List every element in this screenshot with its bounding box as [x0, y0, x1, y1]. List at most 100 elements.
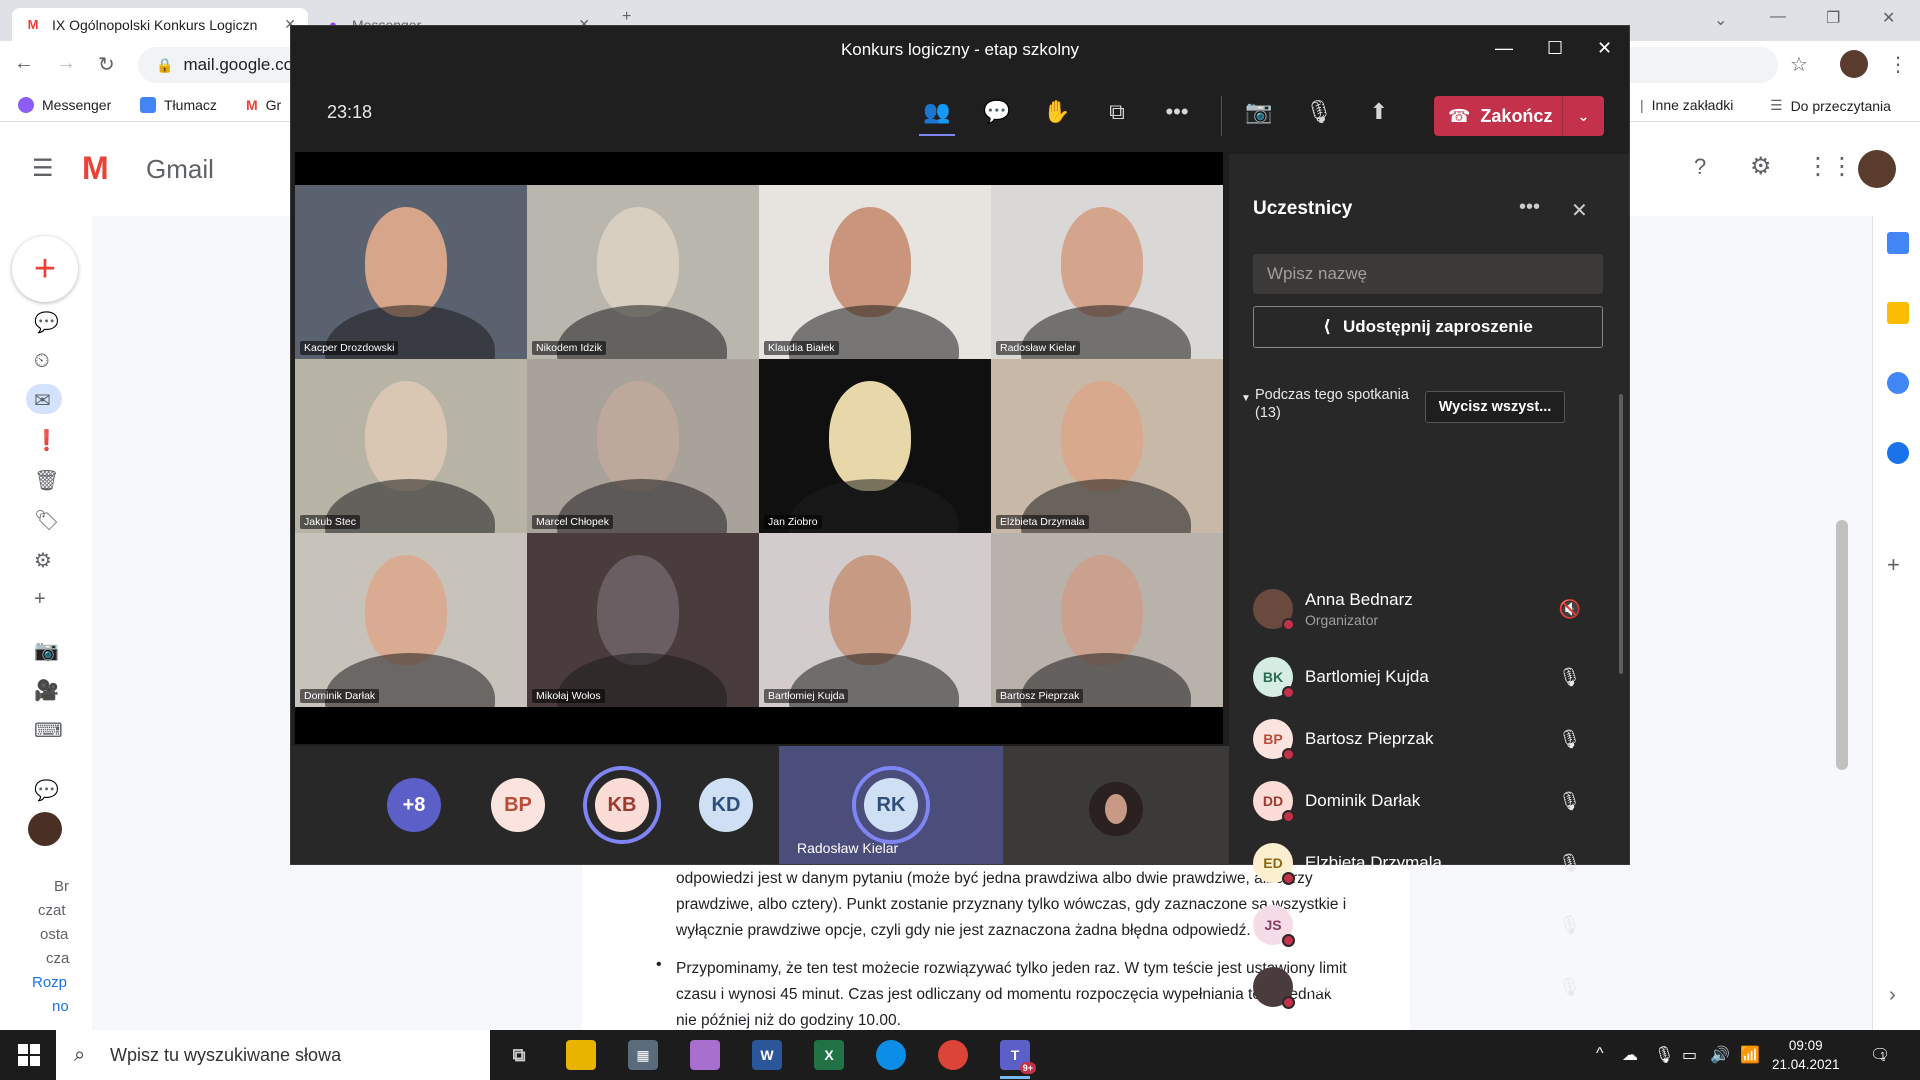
- calculator-icon[interactable]: ▦: [628, 1040, 658, 1070]
- participant-row[interactable]: Anna Bednarz Organizator 🔇: [1253, 584, 1593, 634]
- self-video-tile[interactable]: [1003, 746, 1229, 864]
- video-tile[interactable]: Klaudia Białek: [759, 185, 991, 359]
- microphone-tray-icon[interactable]: 🎙: [1654, 1045, 1674, 1065]
- active-speaker-tile[interactable]: RK Radosław Kielar: [779, 746, 1003, 864]
- help-icon[interactable]: ?: [1694, 154, 1706, 180]
- start-chat-link[interactable]: Rozp: [32, 974, 67, 991]
- notifications-icon[interactable]: 🗨 1: [1870, 1045, 1890, 1065]
- snoozed-icon[interactable]: ⏲: [34, 350, 50, 373]
- battery-icon[interactable]: ▭: [1682, 1045, 1697, 1065]
- camera-off-icon[interactable]: 📷: [1241, 94, 1277, 130]
- bookmark-star-icon[interactable]: ☆: [1790, 52, 1808, 77]
- video-tile[interactable]: Elżbieta Drzymala: [991, 359, 1223, 533]
- participant-row[interactable]: Jan Ziobro 🎙: [1253, 962, 1593, 1012]
- contacts-icon[interactable]: [1887, 442, 1909, 464]
- bookmark-other[interactable]: | Inne zakładki: [1640, 97, 1733, 113]
- wifi-icon[interactable]: 📶: [1740, 1045, 1760, 1065]
- settings-icon[interactable]: ⚙: [1750, 152, 1772, 181]
- video-tile[interactable]: Radosław Kielar: [991, 185, 1223, 359]
- chat-bubble-icon[interactable]: 💬: [34, 310, 59, 335]
- new-tab-button[interactable]: +: [622, 8, 631, 26]
- bookmark-translate[interactable]: Tłumacz: [140, 97, 217, 113]
- restore-icon[interactable]: ❐: [1826, 8, 1840, 28]
- video-tile[interactable]: Mikołaj Wołos: [527, 533, 759, 707]
- calendar-icon[interactable]: [1887, 232, 1909, 254]
- chat-icon[interactable]: 💬: [979, 94, 1015, 130]
- panel-scrollbar[interactable]: [1619, 394, 1623, 674]
- task-view-icon[interactable]: ⧉: [504, 1040, 534, 1070]
- breakout-rooms-icon[interactable]: ⧉: [1099, 94, 1135, 130]
- video-tile[interactable]: Jakub Stec: [295, 359, 527, 533]
- file-explorer-icon[interactable]: [566, 1040, 596, 1070]
- word-icon[interactable]: W: [752, 1040, 782, 1070]
- forward-icon[interactable]: →: [56, 52, 76, 75]
- participant-row[interactable]: BK Bartlomiej Kujda 🎙: [1253, 652, 1593, 702]
- label-icon[interactable]: 🏷: [34, 508, 59, 533]
- tray-expand-icon[interactable]: ^: [1596, 1045, 1604, 1063]
- tasks-icon[interactable]: [1887, 372, 1909, 394]
- reload-icon[interactable]: ↻: [98, 52, 115, 77]
- keep-icon[interactable]: [1887, 302, 1909, 324]
- participant-search-input[interactable]: Wpisz nazwę: [1253, 254, 1603, 294]
- get-addons-icon[interactable]: +: [1887, 552, 1900, 578]
- mute-all-button[interactable]: Wycisz wszyst...: [1425, 391, 1565, 423]
- taskbar-clock[interactable]: 09:09 21.04.2021: [1772, 1036, 1840, 1074]
- chat-avatar[interactable]: [28, 812, 62, 846]
- section-header[interactable]: ▼ Podczas tego spotkania (13): [1241, 386, 1409, 422]
- end-options-chevron-icon[interactable]: ⌄: [1563, 108, 1604, 125]
- bookmark-reading-list[interactable]: ☰ Do przeczytania: [1770, 97, 1891, 114]
- panel-close-icon[interactable]: ✕: [1571, 198, 1588, 223]
- more-actions-icon[interactable]: •••: [1159, 94, 1195, 130]
- bookmark-messenger[interactable]: Messenger: [18, 97, 111, 113]
- meet-join-icon[interactable]: 🎥: [34, 678, 59, 703]
- settings-gear-icon[interactable]: ⚙: [34, 548, 52, 573]
- participant-row[interactable]: DD Dominik Darłak 🎙: [1253, 776, 1593, 826]
- teams-icon[interactable]: T 9+: [1000, 1040, 1036, 1074]
- mail-icon[interactable]: ✉: [34, 388, 51, 413]
- excel-icon[interactable]: X: [814, 1040, 844, 1070]
- important-icon[interactable]: ❗: [34, 428, 59, 453]
- profile-avatar[interactable]: [1840, 50, 1868, 78]
- volume-icon[interactable]: 🔊: [1710, 1045, 1730, 1065]
- main-menu-icon[interactable]: ☰: [32, 154, 54, 183]
- video-tile[interactable]: Bartłomiej Kujda: [759, 533, 991, 707]
- meet-new-icon[interactable]: 📷: [34, 638, 59, 663]
- mic-icon[interactable]: 🎙: [1558, 977, 1581, 998]
- close-window-icon[interactable]: ✕: [1597, 38, 1612, 59]
- end-call-main[interactable]: ☎ Zakończ: [1434, 96, 1562, 136]
- video-tile[interactable]: Bartosz Pieprzak: [991, 533, 1223, 707]
- mic-icon[interactable]: 🎙: [1558, 729, 1581, 750]
- minimize-icon[interactable]: —: [1495, 38, 1513, 59]
- keyboard-icon[interactable]: ⌨: [34, 718, 63, 743]
- taskbar-search-input[interactable]: ⌕ Wpisz tu wyszukiwane słowa: [56, 1030, 490, 1080]
- maximize-icon[interactable]: ☐: [1547, 38, 1563, 59]
- participant-avatar[interactable]: KB: [595, 778, 649, 832]
- windows-start-icon[interactable]: [18, 1044, 40, 1066]
- video-tile[interactable]: Jan Ziobro: [759, 359, 991, 533]
- account-avatar[interactable]: [1858, 150, 1896, 188]
- minimize-icon[interactable]: —: [1770, 8, 1786, 26]
- participant-row[interactable]: BP Bartosz Pieprzak 🎙: [1253, 714, 1593, 764]
- tab-gmail[interactable]: M IX Ogólnopolski Konkurs Logiczn ✕: [12, 8, 308, 41]
- compose-button[interactable]: +: [12, 236, 78, 302]
- participant-row[interactable]: ED Elzbieta Drzymala 🎙: [1253, 838, 1593, 888]
- share-invite-button[interactable]: ⟨ Udostępnij zaproszenie: [1253, 306, 1603, 348]
- more-participants-avatar[interactable]: +8: [387, 778, 441, 832]
- video-tile[interactable]: Marcel Chłopek: [527, 359, 759, 533]
- raise-hand-icon[interactable]: ✋: [1039, 94, 1075, 130]
- start-chat-link[interactable]: no: [52, 998, 69, 1015]
- close-window-icon[interactable]: ✕: [1882, 8, 1895, 28]
- mic-muted-icon[interactable]: 🔇: [1559, 599, 1581, 620]
- participants-icon[interactable]: 👥: [919, 94, 955, 130]
- mic-icon[interactable]: 🎙: [1558, 667, 1581, 688]
- mic-icon[interactable]: 🎙: [1558, 791, 1581, 812]
- onedrive-icon[interactable]: ☁: [1622, 1045, 1638, 1065]
- apps-grid-icon[interactable]: ⋮⋮: [1806, 152, 1854, 181]
- video-tile[interactable]: Dominik Darłak: [295, 533, 527, 707]
- page-scrollbar[interactable]: [1836, 520, 1848, 770]
- video-tile[interactable]: Nikodem Idzik: [527, 185, 759, 359]
- participant-avatar[interactable]: KD: [699, 778, 753, 832]
- chrome-menu-icon[interactable]: ⋮: [1888, 52, 1908, 77]
- hangouts-icon[interactable]: 💬: [34, 778, 59, 803]
- trash-icon[interactable]: 🗑: [34, 468, 59, 493]
